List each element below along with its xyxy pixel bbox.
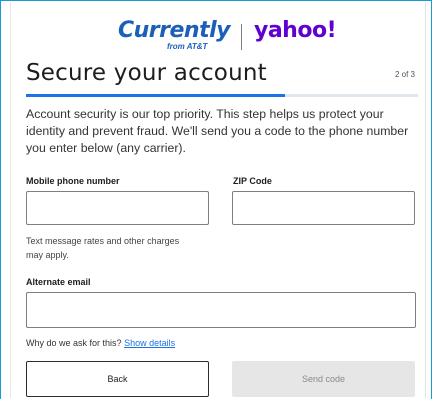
- send-code-button[interactable]: Send code: [232, 361, 415, 397]
- step-indicator: 2 of 3: [394, 70, 415, 79]
- page-title: Secure your account: [26, 60, 267, 86]
- zip-code-input[interactable]: [232, 191, 415, 225]
- logo-divider: [241, 24, 242, 50]
- brand-logos: Currently from AT&T yahoo!: [11, 18, 425, 58]
- progress-bar: [26, 94, 418, 97]
- progress-bar-fill: [26, 94, 285, 97]
- back-button[interactable]: Back: [26, 361, 209, 397]
- alternate-email-input[interactable]: [26, 292, 416, 328]
- mobile-phone-label: Mobile phone number: [26, 176, 120, 186]
- alternate-email-label: Alternate email: [26, 277, 91, 287]
- rates-note: Text message rates and other charges may…: [26, 236, 180, 260]
- why-ask-label: Why do we ask for this?: [26, 338, 122, 348]
- why-ask-text: Why do we ask for this? Show details: [26, 338, 175, 348]
- zip-code-label: ZIP Code: [233, 176, 272, 186]
- show-details-link[interactable]: Show details: [124, 338, 175, 348]
- from-att-logo-text: from AT&T: [167, 42, 208, 51]
- account-card: Currently from AT&T yahoo! Secure your a…: [10, 2, 426, 398]
- currently-logo: Currently: [118, 18, 231, 43]
- mobile-phone-input[interactable]: [26, 191, 209, 225]
- description-text: Account security is our top priority. Th…: [26, 107, 409, 155]
- yahoo-logo: yahoo!: [254, 18, 337, 43]
